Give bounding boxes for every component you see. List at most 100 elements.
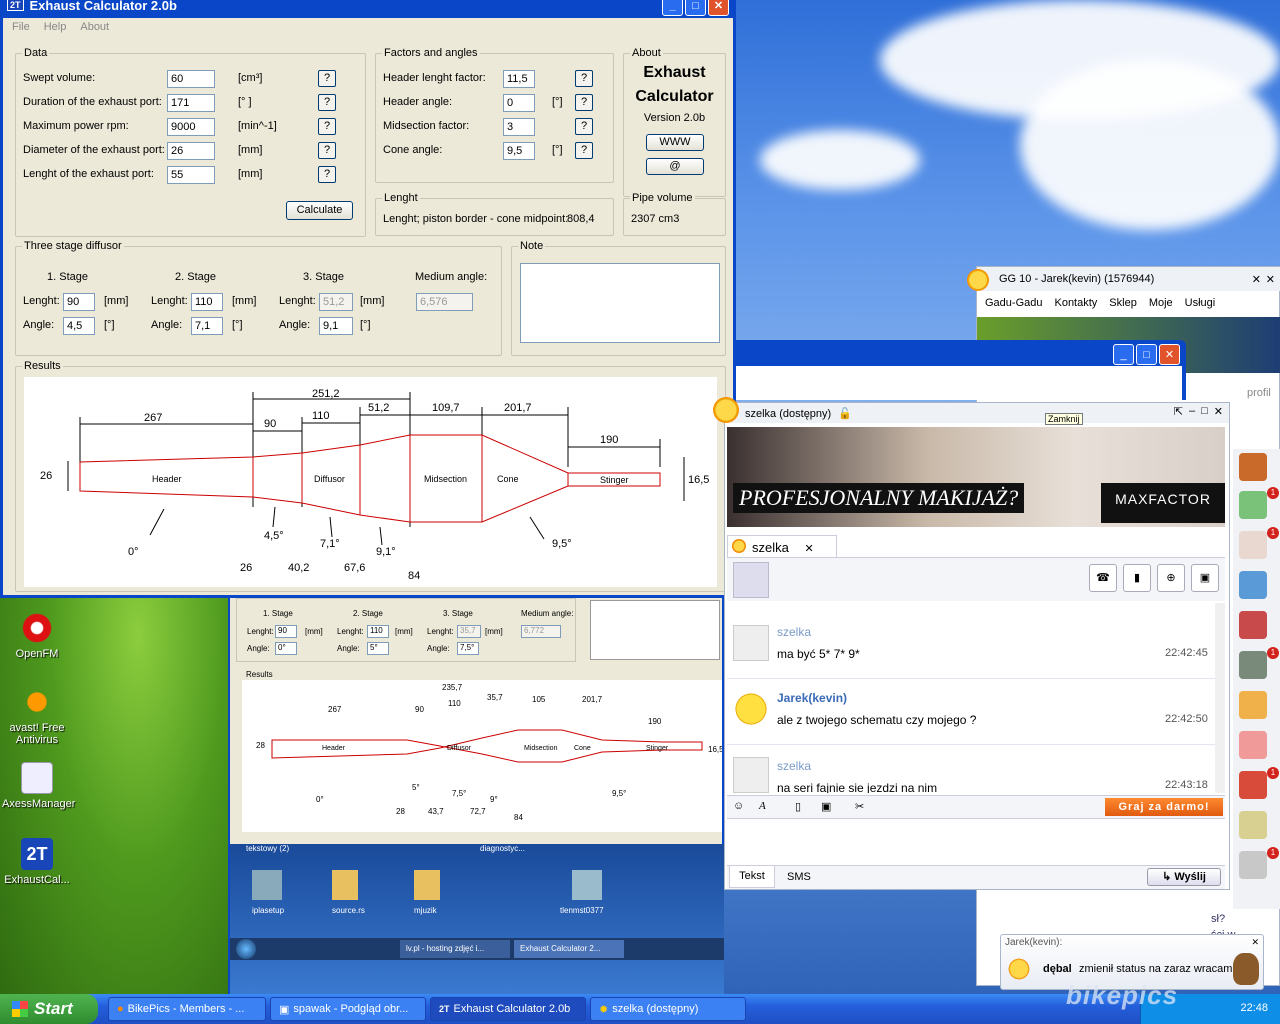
chat-tab[interactable]: szelka ✕	[727, 535, 837, 557]
taskbar-item[interactable]: ▣ spawak - Podgląd obr...	[270, 997, 426, 1021]
maximize-icon[interactable]: □	[685, 0, 706, 16]
calculate-button[interactable]: Calculate	[286, 201, 353, 220]
desktop-icon-axessmanager[interactable]: AxessManager	[2, 762, 75, 810]
video-icon[interactable]: ▮	[1123, 564, 1151, 592]
stage2-angle-input[interactable]: 7,1	[191, 317, 223, 335]
minimize-icon[interactable]: –	[1189, 405, 1195, 418]
contacts-icon[interactable]	[1239, 453, 1267, 481]
menu-item[interactable]: Usługi	[1185, 297, 1216, 311]
midsection-factor-input[interactable]: 3	[503, 118, 535, 136]
radio-icon[interactable]	[1239, 611, 1267, 639]
bg-angle-input[interactable]: 7,5°	[457, 642, 479, 655]
cone-angle-input[interactable]: 9,5	[503, 142, 535, 160]
game-icon[interactable]	[1239, 771, 1267, 799]
maxfactor-ad[interactable]: PROFESJONALNY MAKIJAŻ? MAXFACTOR	[727, 427, 1225, 527]
photo-icon[interactable]	[1239, 651, 1267, 679]
notes-icon[interactable]	[1239, 811, 1267, 839]
menu-item[interactable]: Kontakty	[1054, 297, 1097, 311]
swept-volume-input[interactable]: 60	[167, 70, 215, 88]
stage1-angle-input[interactable]: 4,5	[63, 317, 95, 335]
email-button[interactable]: @	[646, 158, 704, 175]
note-textarea[interactable]	[520, 263, 720, 343]
desktop-icon-openfm[interactable]: OpenFM	[2, 612, 72, 660]
menu-about[interactable]: About	[80, 21, 109, 35]
send-button[interactable]: ↳ Wyślij	[1147, 868, 1221, 886]
font-icon[interactable]: A	[759, 800, 766, 812]
help-button[interactable]: ?	[318, 70, 336, 87]
taskbar-item[interactable]: ● BikePics - Members - ...	[108, 997, 266, 1021]
help-button[interactable]: ?	[575, 142, 593, 159]
file-icon[interactable]: ▯	[795, 800, 801, 813]
bg-angle-input[interactable]: 5°	[367, 642, 389, 655]
emoticon-icon[interactable]: ☺	[733, 800, 744, 812]
installer-icon[interactable]	[572, 870, 602, 900]
menu-item[interactable]: Moje	[1149, 297, 1173, 311]
help-button[interactable]: ?	[318, 166, 336, 183]
pin-icon[interactable]: ✕	[1252, 273, 1261, 286]
tab-text[interactable]: Tekst	[729, 866, 775, 888]
popout-icon[interactable]: ⇱	[1174, 405, 1183, 418]
header-length-factor-input[interactable]: 11,5	[503, 70, 535, 88]
bg-lenght-input[interactable]: 90	[275, 625, 297, 638]
folder-icon[interactable]	[332, 870, 358, 900]
phone-icon[interactable]	[1239, 491, 1267, 519]
bg-angle-input[interactable]: 0°	[275, 642, 297, 655]
gamepad-icon[interactable]: ⊕	[1157, 564, 1185, 592]
header-angle-input[interactable]: 0	[503, 94, 535, 112]
win7-taskbar-item[interactable]: Exhaust Calculator 2...	[514, 940, 624, 958]
gift-icon[interactable]	[1239, 731, 1267, 759]
gg-main-title: GG 10 - Jarek(kevin) (1576944)	[999, 273, 1155, 285]
gift-icon[interactable]: ▣	[1191, 564, 1219, 592]
tab-sms[interactable]: SMS	[787, 871, 811, 883]
win7-taskbar-item[interactable]: lv.pl - hosting zdjęć i...	[400, 940, 510, 958]
help-button[interactable]: ?	[575, 118, 593, 135]
close-icon[interactable]: ✕	[1214, 405, 1223, 418]
close-icon[interactable]: ✕	[1159, 344, 1180, 365]
help-button[interactable]: ?	[575, 94, 593, 111]
camera-icon[interactable]: ▣	[821, 800, 831, 813]
tools-icon[interactable]: ✂	[855, 800, 864, 813]
close-icon[interactable]: ✕	[1266, 273, 1275, 286]
help-button[interactable]: ?	[575, 70, 593, 87]
desktop-icon-avast[interactable]: avast! Free Antivirus	[2, 686, 72, 746]
menu-file[interactable]: File	[12, 21, 30, 35]
www-button[interactable]: WWW	[646, 134, 704, 151]
close-icon[interactable]: ✕	[1251, 937, 1259, 948]
close-tab-icon[interactable]: ✕	[804, 543, 813, 555]
max-power-rpm-input[interactable]: 9000	[167, 118, 215, 136]
message-input[interactable]	[727, 821, 1225, 865]
maximize-icon[interactable]: □	[1136, 344, 1157, 365]
taskbar-item[interactable]: ✹ szelka (dostępny)	[590, 997, 746, 1021]
menu-help[interactable]: Help	[44, 21, 67, 35]
minimize-icon[interactable]: _	[1113, 344, 1134, 365]
scrollbar[interactable]	[1215, 603, 1225, 793]
close-icon[interactable]: ✕	[708, 0, 729, 16]
mobile-icon[interactable]	[1239, 691, 1267, 719]
taskbar-item[interactable]: 2T Exhaust Calculator 2.0b	[430, 997, 586, 1021]
help-button[interactable]: ?	[318, 118, 336, 135]
installer-icon[interactable]	[252, 870, 282, 900]
stage1-lenght-input[interactable]: 90	[63, 293, 95, 311]
start-button[interactable]: Start	[0, 994, 98, 1024]
tools-icon[interactable]	[1239, 851, 1267, 879]
folder-icon[interactable]	[414, 870, 440, 900]
desktop-icon-exhaustcal[interactable]: 2T ExhaustCal...	[2, 838, 72, 886]
exhaust-duration-input[interactable]: 171	[167, 94, 215, 112]
help-button[interactable]: ?	[318, 142, 336, 159]
win7-start-icon[interactable]	[236, 939, 256, 959]
menu-item[interactable]: Sklep	[1109, 297, 1137, 311]
minimize-icon[interactable]: _	[662, 0, 683, 16]
phone-icon[interactable]: ☎	[1089, 564, 1117, 592]
bg-lenght-input[interactable]: 110	[367, 625, 389, 638]
port-diameter-input[interactable]: 26	[167, 142, 215, 160]
port-length-input[interactable]: 55	[167, 166, 215, 184]
help-button[interactable]: ?	[318, 94, 336, 111]
menu-item[interactable]: Gadu-Gadu	[985, 297, 1042, 311]
profil-link[interactable]: profil	[1247, 387, 1271, 399]
home-icon[interactable]	[1239, 571, 1267, 599]
maximize-icon[interactable]: □	[1201, 405, 1208, 418]
stage3-angle-input[interactable]: 9,1	[319, 317, 353, 335]
stage2-lenght-input[interactable]: 110	[191, 293, 223, 311]
play-free-button[interactable]: Graj za darmo!	[1105, 798, 1223, 816]
mail-icon[interactable]	[1239, 531, 1267, 559]
